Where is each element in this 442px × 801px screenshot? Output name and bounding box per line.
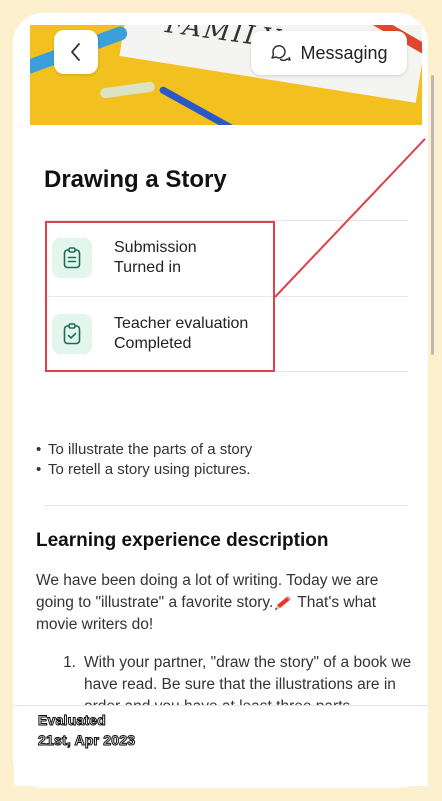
step-text: With your partner, "draw the story" of a… (84, 654, 412, 705)
list-item: To illustrate the parts of a story (36, 440, 252, 460)
page-title: Drawing a Story (44, 166, 227, 193)
back-button[interactable] (54, 30, 98, 74)
pencil-icon (275, 595, 292, 610)
hero-pen (99, 81, 156, 99)
messaging-button[interactable]: Messaging (251, 31, 407, 75)
list-item: 1. With your partner, "draw the story" o… (36, 652, 412, 705)
divider (44, 505, 408, 506)
step-number: 1. (63, 654, 76, 671)
evaluation-date: 21st, Apr 2023 (37, 732, 136, 749)
list-item: To retell a story using pictures. (36, 460, 252, 480)
chat-bubbles-icon (271, 45, 292, 62)
objectives-list: To illustrate the parts of a story To re… (36, 440, 252, 480)
description-text: We have been doing a lot of writing. Tod… (36, 570, 412, 636)
scrollbar[interactable] (431, 75, 434, 355)
highlight-box (45, 221, 275, 372)
evaluation-status: Evaluated (38, 712, 107, 729)
section-heading: Learning experience description (36, 530, 329, 551)
footer-bar: Evaluated 21st, Apr 2023 (14, 705, 428, 786)
messaging-label: Messaging (300, 42, 388, 63)
steps-list: 1. With your partner, "draw the story" o… (36, 652, 412, 705)
chevron-left-icon (71, 43, 80, 61)
